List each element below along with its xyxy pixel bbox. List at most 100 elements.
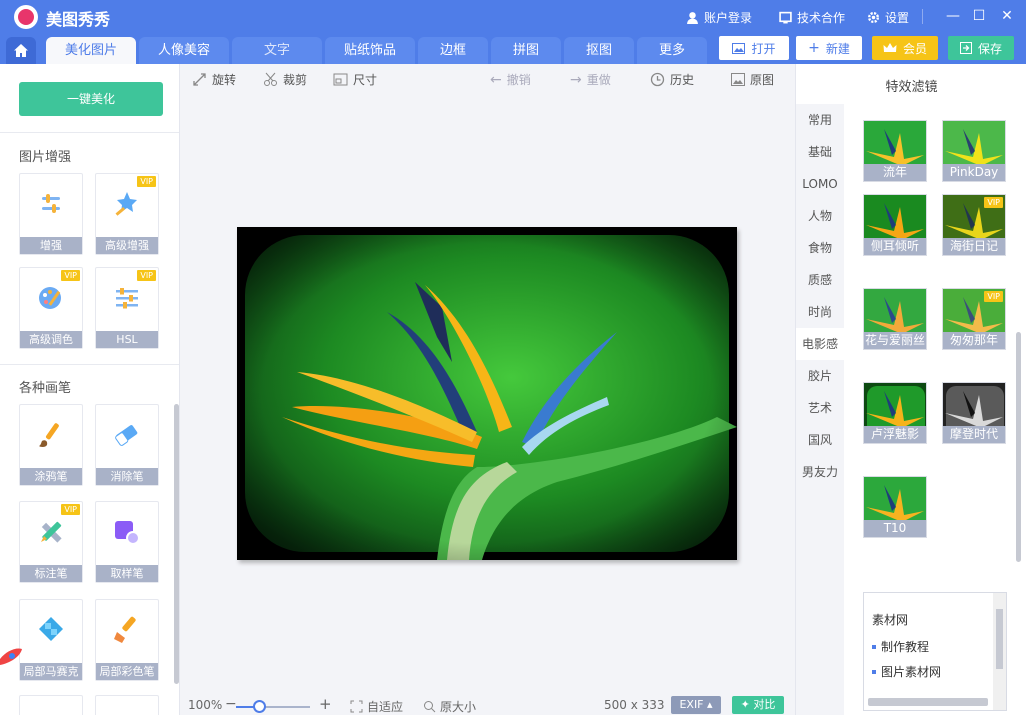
ad-item[interactable]: 图片素材网	[872, 663, 941, 680]
category-fashion[interactable]: 时尚	[796, 296, 844, 328]
edited-photo[interactable]	[237, 227, 737, 560]
tool-label: 标注笔	[20, 565, 82, 582]
tab-text[interactable]: 文字	[232, 37, 322, 64]
tool-label: 增强	[20, 237, 82, 254]
ad-scroll-thumb[interactable]	[996, 609, 1003, 669]
tab-stickers[interactable]: 贴纸饰品	[325, 37, 415, 64]
history-button[interactable]: 历史	[650, 71, 694, 88]
filters-scrollbar[interactable]	[1016, 332, 1021, 562]
section-divider	[0, 364, 179, 365]
tab-frames[interactable]: 边框	[418, 37, 488, 64]
minimize-button[interactable]: —	[943, 6, 963, 26]
filter-thumb[interactable]: T10	[863, 476, 927, 538]
user-icon	[687, 12, 698, 24]
vip-badge: VIP	[61, 504, 80, 515]
category-film[interactable]: 胶片	[796, 360, 844, 392]
tool-mosaic[interactable]: 局部马赛克	[19, 599, 83, 681]
tab-beautify[interactable]: 美化图片	[46, 37, 136, 64]
tool-enhance[interactable]: 增强	[19, 173, 83, 255]
fit-button[interactable]: 自适应	[350, 698, 403, 715]
category-cinematic[interactable]: 电影感	[796, 328, 844, 360]
zoom-in-button[interactable]: +	[319, 695, 332, 713]
tab-more[interactable]: 更多	[637, 37, 707, 64]
tool-annotate-pen[interactable]: VIP 标注笔	[19, 501, 83, 583]
tool-doodle-pen[interactable]: 涂鸦笔	[19, 404, 83, 486]
open-button[interactable]: 打开	[719, 36, 789, 60]
pen-ruler-icon	[41, 521, 62, 543]
home-tab[interactable]	[6, 37, 36, 64]
filter-thumb[interactable]: VIP 海街日记	[942, 194, 1006, 256]
category-basic[interactable]: 基础	[796, 136, 844, 168]
brush-icon	[39, 423, 59, 447]
app-logo-icon	[14, 5, 38, 29]
compare-button[interactable]: ✦ 对比	[732, 696, 784, 714]
category-common[interactable]: 常用	[796, 104, 844, 136]
tab-collage[interactable]: 拼图	[491, 37, 561, 64]
settings-link[interactable]: 设置	[867, 9, 909, 26]
filter-thumb[interactable]: 侧耳倾听	[863, 194, 927, 256]
ad-panel: 素材网 制作教程 图片素材网	[863, 592, 1007, 711]
rotate-icon	[193, 73, 206, 86]
close-button[interactable]: ✕	[997, 6, 1017, 26]
redo-button[interactable]: → 重做	[570, 71, 611, 88]
filter-thumb[interactable]: 卢浮魅影	[863, 382, 927, 444]
category-texture[interactable]: 质感	[796, 264, 844, 296]
ad-item[interactable]: 素材网	[872, 611, 908, 628]
mascot-icon	[0, 648, 22, 665]
filter-thumb[interactable]: 流年	[863, 120, 927, 182]
category-food[interactable]: 食物	[796, 232, 844, 264]
category-art[interactable]: 艺术	[796, 392, 844, 424]
tool-advanced-enhance[interactable]: VIP 高级增强	[95, 173, 159, 255]
tab-portrait[interactable]: 人像美容	[139, 37, 229, 64]
save-button[interactable]: 保存	[948, 36, 1014, 60]
vip-label: 会员	[902, 41, 927, 56]
ad-horizontal-scroll-thumb[interactable]	[868, 698, 988, 706]
filter-label: PinkDay	[943, 164, 1005, 181]
cooperation-link[interactable]: 技术合作	[779, 9, 845, 26]
filter-label: 海街日记	[943, 238, 1005, 255]
section-divider	[0, 132, 179, 133]
filter-thumb[interactable]: 摩登时代	[942, 382, 1006, 444]
tool-hsl[interactable]: VIP HSL	[95, 267, 159, 349]
ad-item[interactable]: 制作教程	[872, 638, 929, 655]
ad-scrollbar[interactable]	[993, 593, 1006, 710]
actual-size-button[interactable]: 原大小	[423, 698, 476, 715]
filter-thumb[interactable]: PinkDay	[942, 120, 1006, 182]
category-lomo[interactable]: LOMO	[796, 168, 844, 200]
tool-more-2[interactable]	[95, 695, 159, 715]
tool-color-grading[interactable]: VIP 高级调色	[19, 267, 83, 349]
undo-button[interactable]: ← 撤销	[490, 71, 531, 88]
zoom-slider-handle[interactable]	[253, 700, 266, 713]
new-button[interactable]: + 新建	[796, 36, 862, 60]
bullet-icon	[872, 644, 876, 649]
one-key-beautify-button[interactable]: 一键美化	[19, 82, 163, 116]
zoom-out-button[interactable]: −	[225, 696, 237, 712]
vip-button[interactable]: 会员	[872, 36, 938, 60]
tab-cutout[interactable]: 抠图	[564, 37, 634, 64]
tool-sample-pen[interactable]: 取样笔	[95, 501, 159, 583]
login-link[interactable]: 账户登录	[686, 9, 752, 26]
title-bar: 美图秀秀 账户登录 技术合作 设置 — ☐ ✕	[0, 0, 1026, 33]
category-boyfriend[interactable]: 男友力	[796, 456, 844, 488]
redo-label: 重做	[586, 73, 611, 87]
tool-eraser-pen[interactable]: 消除笔	[95, 404, 159, 486]
crop-button[interactable]: 裁剪	[263, 71, 307, 88]
cooperation-label: 技术合作	[797, 11, 846, 25]
category-portrait[interactable]: 人物	[796, 200, 844, 232]
eraser-icon	[115, 425, 138, 446]
mosaic-icon	[39, 617, 63, 641]
maximize-button[interactable]: ☐	[969, 6, 989, 26]
tool-local-color-pen[interactable]: 局部彩色笔	[95, 599, 159, 681]
undo-label: 撤销	[506, 73, 531, 87]
size-button[interactable]: 尺寸	[333, 71, 377, 88]
category-chinese-style[interactable]: 国风	[796, 424, 844, 456]
rotate-button[interactable]: 旋转	[192, 71, 236, 88]
sample-icon	[115, 521, 140, 545]
gear-icon	[867, 11, 880, 24]
left-scrollbar[interactable]	[174, 404, 179, 684]
filter-thumb[interactable]: VIP 匆匆那年	[942, 288, 1006, 350]
exif-button[interactable]: EXIF ▴	[671, 696, 721, 714]
filter-thumb[interactable]: 花与爱丽丝	[863, 288, 927, 350]
original-button[interactable]: 原图	[731, 71, 774, 88]
tool-more-1[interactable]	[19, 695, 83, 715]
